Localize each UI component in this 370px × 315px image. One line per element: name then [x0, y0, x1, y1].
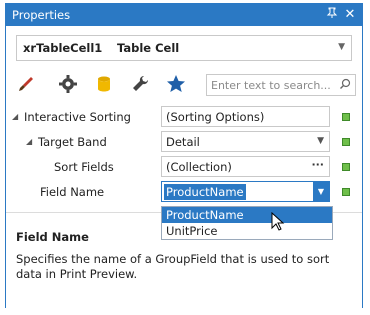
search-icon: [339, 78, 351, 93]
database-icon[interactable]: [94, 74, 116, 96]
property-value-text: (Collection): [166, 160, 232, 174]
mouse-cursor-icon: [271, 211, 285, 235]
pin-icon[interactable]: [324, 7, 340, 23]
chevron-down-icon[interactable]: ▼: [317, 136, 324, 146]
expand-icon[interactable]: ◢: [26, 137, 32, 146]
search-input[interactable]: Enter text to search...: [206, 74, 356, 96]
close-icon[interactable]: ✕: [342, 7, 358, 23]
gear-icon[interactable]: [58, 74, 80, 96]
description-title: Field Name: [16, 230, 89, 244]
property-value-text: (Sorting Options): [166, 110, 265, 124]
status-square: [342, 188, 350, 196]
property-value-text[interactable]: ProductName: [164, 184, 246, 200]
property-row-field-name[interactable]: Field Name ProductName ▼: [6, 179, 362, 205]
field-name-dropdown-list[interactable]: ProductName UnitPrice: [161, 206, 333, 240]
property-value[interactable]: (Sorting Options): [161, 106, 330, 127]
property-value-text: Detail: [166, 135, 200, 149]
property-row-interactive-sorting[interactable]: ◢ Interactive Sorting (Sorting Options): [6, 104, 362, 130]
panel-title: Properties: [12, 8, 71, 22]
object-type: Table Cell: [117, 41, 180, 55]
object-name: xrTableCell1: [23, 41, 103, 55]
property-row-sort-fields[interactable]: Sort Fields (Collection) ···: [6, 154, 362, 180]
property-label: Sort Fields: [54, 160, 114, 174]
property-value[interactable]: Detail ▼: [161, 131, 330, 152]
property-row-target-band[interactable]: ◢ Target Band Detail ▼: [6, 129, 362, 155]
property-value[interactable]: (Collection) ···: [161, 156, 330, 177]
description-text: Specifies the name of a GroupField that …: [16, 252, 330, 281]
status-square: [342, 138, 350, 146]
object-selector[interactable]: xrTableCell1 Table Cell ▼: [16, 35, 352, 61]
title-bar: Properties ✕: [6, 4, 362, 26]
property-label: Target Band: [38, 135, 107, 149]
chevron-down-icon: ▼: [338, 42, 345, 52]
chevron-down-icon[interactable]: ▼: [313, 182, 329, 201]
dropdown-option[interactable]: UnitPrice: [162, 223, 332, 239]
wrench-icon[interactable]: [130, 74, 152, 96]
brush-icon[interactable]: [16, 74, 38, 96]
ellipsis-button[interactable]: ···: [311, 158, 324, 171]
search-placeholder: Enter text to search...: [211, 79, 331, 92]
properties-toolbar: Enter text to search...: [14, 70, 356, 100]
dropdown-option[interactable]: ProductName: [162, 207, 332, 223]
properties-panel: Properties ✕ xrTableCell1 Table Cell ▼ E…: [5, 3, 363, 308]
field-name-combobox[interactable]: ProductName ▼: [161, 181, 330, 202]
expand-icon[interactable]: ◢: [12, 112, 18, 121]
property-label: Interactive Sorting: [24, 110, 131, 124]
status-square: [342, 163, 350, 171]
property-label: Field Name: [40, 185, 105, 199]
status-square: [342, 113, 350, 121]
star-icon[interactable]: [166, 74, 188, 96]
